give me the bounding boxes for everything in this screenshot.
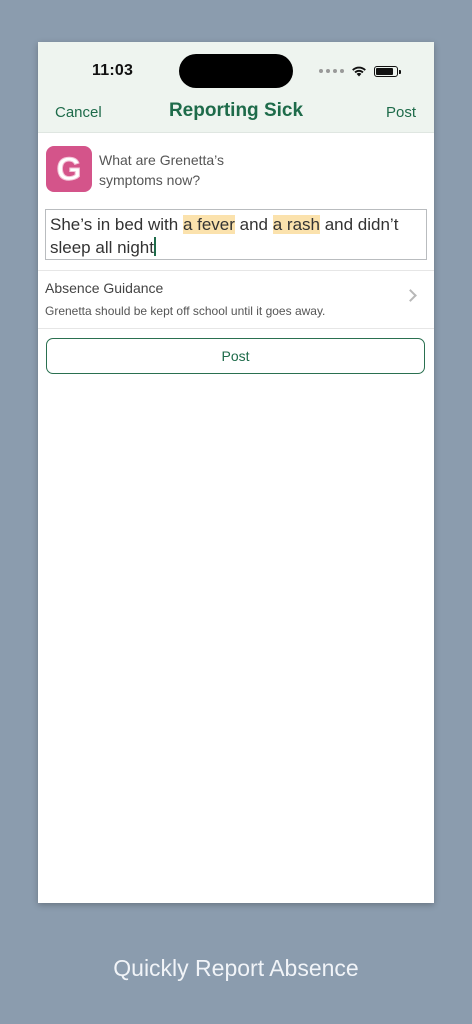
symptoms-input[interactable]: She’s in bed with a fever and a rash and… bbox=[45, 209, 427, 260]
top-bar: 11:03 Cancel Reporting Sick Post bbox=[38, 42, 434, 133]
cellular-signal-icon bbox=[319, 69, 344, 73]
child-avatar: G bbox=[46, 146, 92, 192]
prompt-line-1: What are Grenetta’s bbox=[99, 152, 225, 168]
symptom-highlight-rash: a rash bbox=[272, 215, 320, 234]
page-title: Reporting Sick bbox=[168, 100, 304, 121]
symptom-prompt: What are Grenetta’s symptoms now? bbox=[99, 150, 249, 190]
chevron-right-icon bbox=[404, 289, 417, 302]
text-cursor bbox=[153, 237, 156, 256]
guidance-title: Absence Guidance bbox=[45, 280, 164, 296]
post-nav-button[interactable]: Post bbox=[386, 104, 416, 121]
post-button[interactable]: Post bbox=[46, 338, 425, 374]
dynamic-island bbox=[179, 54, 293, 88]
status-icons bbox=[319, 63, 401, 79]
symptoms-text-part-1: She’s in bed with bbox=[50, 215, 183, 234]
battery-icon bbox=[374, 65, 401, 77]
divider bbox=[38, 328, 434, 329]
wifi-icon bbox=[352, 66, 366, 77]
app-screen: 11:03 Cancel Reporting Sick Post G What … bbox=[38, 42, 434, 903]
status-time: 11:03 bbox=[92, 62, 134, 79]
symptoms-text-part-2: and bbox=[234, 215, 273, 234]
symptom-highlight-fever: a fever bbox=[182, 215, 235, 234]
absence-guidance-row[interactable]: Absence Guidance Grenetta should be kept… bbox=[38, 271, 434, 328]
prompt-line-2: symptoms now? bbox=[99, 172, 201, 188]
guidance-description: Grenetta should be kept off school until… bbox=[45, 304, 326, 318]
marketing-caption: Quickly Report Absence bbox=[113, 955, 359, 981]
